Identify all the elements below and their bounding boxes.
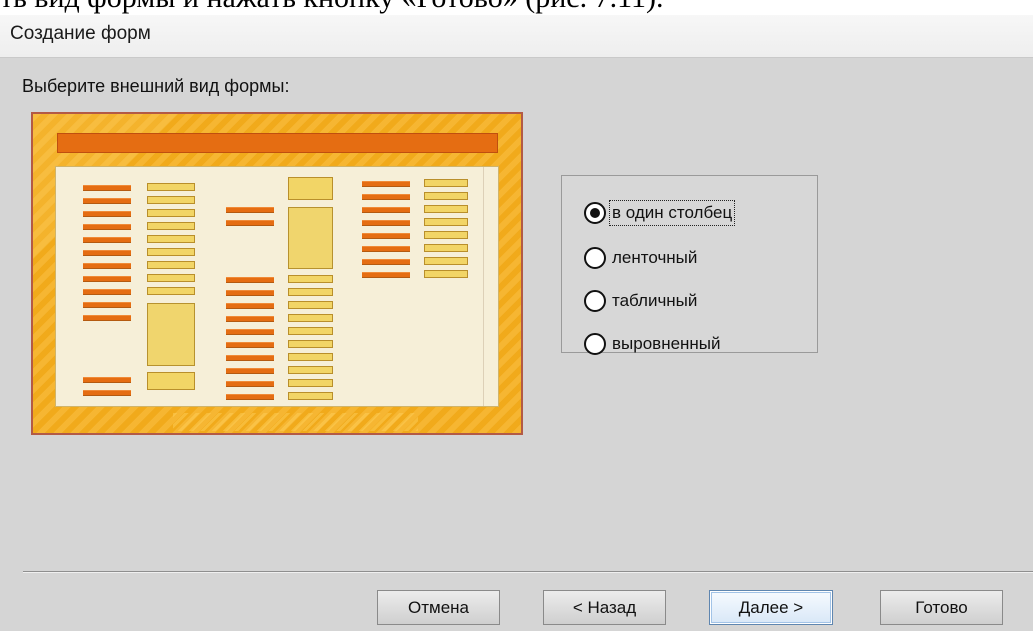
preview-label <box>362 246 410 252</box>
option-columnar-label: в один столбец <box>608 200 736 226</box>
preview-field <box>147 209 195 217</box>
dialog-title: Создание форм <box>10 23 151 44</box>
preview-label <box>83 302 131 308</box>
preview-field <box>147 287 195 295</box>
option-justified-label: выровненный <box>612 334 721 353</box>
preview-field <box>288 366 333 374</box>
layout-options-group: в один столбец ленточный табличный выров… <box>561 175 818 356</box>
preview-label <box>83 263 131 269</box>
preview-bottom-stripes <box>173 413 418 431</box>
finish-button[interactable]: Готово <box>880 590 1003 625</box>
preview-field <box>288 314 333 322</box>
preview-label <box>83 315 131 321</box>
cancel-button[interactable]: Отмена <box>377 590 500 625</box>
preview-field <box>147 222 195 230</box>
preview-field <box>424 205 468 213</box>
button-separator <box>23 571 1033 573</box>
preview-field <box>288 327 333 335</box>
preview-field <box>288 288 333 296</box>
preview-field <box>147 235 195 243</box>
preview-field <box>147 372 195 390</box>
preview-field <box>288 301 333 309</box>
radio-icon <box>584 333 606 355</box>
next-button[interactable]: Далее > <box>709 590 833 625</box>
preview-label <box>83 211 131 217</box>
preview-field <box>424 179 468 187</box>
option-tabular-strip[interactable]: ленточный <box>584 246 697 270</box>
preview-label <box>83 377 131 383</box>
document-top-text: ть вид формы и нажать кнопку «Готово» (р… <box>0 0 663 15</box>
preview-field <box>288 177 333 200</box>
layout-prompt: Выберите внешний вид формы: <box>22 76 290 96</box>
preview-field <box>424 192 468 200</box>
preview-label <box>362 233 410 239</box>
preview-label <box>362 220 410 226</box>
preview-field <box>288 379 333 387</box>
preview-label <box>83 198 131 204</box>
form-layout-preview-icon <box>31 112 523 435</box>
preview-large-field <box>288 207 333 269</box>
preview-label <box>226 355 274 361</box>
preview-label <box>83 250 131 256</box>
preview-label <box>226 277 274 283</box>
preview-label <box>83 276 131 282</box>
preview-label <box>226 316 274 322</box>
option-columnar[interactable]: в один столбец <box>584 200 736 226</box>
preview-inner-area <box>55 166 499 407</box>
preview-field <box>424 244 468 252</box>
preview-field <box>288 353 333 361</box>
preview-label <box>83 185 131 191</box>
preview-field <box>147 183 195 191</box>
dialog-content: Выберите внешний вид формы: в один столб… <box>0 58 1033 631</box>
preview-field <box>147 248 195 256</box>
preview-label <box>83 237 131 243</box>
preview-field <box>424 231 468 239</box>
option-datasheet-label: табличный <box>612 291 698 310</box>
preview-field <box>147 261 195 269</box>
preview-header-bar <box>57 133 498 153</box>
preview-large-field <box>147 303 195 366</box>
preview-label <box>226 290 274 296</box>
preview-label <box>362 272 410 278</box>
radio-selected-icon <box>584 202 606 224</box>
preview-label <box>226 381 274 387</box>
preview-label <box>83 224 131 230</box>
preview-field <box>147 196 195 204</box>
option-tabular-strip-label: ленточный <box>612 248 698 267</box>
preview-label <box>83 390 131 396</box>
preview-label <box>362 181 410 187</box>
preview-label <box>226 342 274 348</box>
preview-label <box>226 207 274 213</box>
option-justified[interactable]: выровненный <box>584 332 721 356</box>
preview-field <box>424 270 468 278</box>
preview-label <box>362 194 410 200</box>
preview-field <box>288 275 333 283</box>
preview-label <box>83 289 131 295</box>
preview-field <box>288 392 333 400</box>
back-button[interactable]: < Назад <box>543 590 666 625</box>
preview-label <box>226 394 274 400</box>
radio-icon <box>584 290 606 312</box>
preview-field <box>424 257 468 265</box>
preview-field <box>147 274 195 282</box>
preview-field <box>288 340 333 348</box>
preview-field <box>424 218 468 226</box>
preview-label <box>226 220 274 226</box>
option-datasheet[interactable]: табличный <box>584 289 697 313</box>
preview-label <box>226 329 274 335</box>
form-wizard-dialog: Создание форм Выберите внешний вид формы… <box>0 15 1033 631</box>
title-bar: Создание форм <box>0 15 1033 58</box>
preview-label <box>362 207 410 213</box>
preview-label <box>226 303 274 309</box>
radio-icon <box>584 247 606 269</box>
preview-label <box>226 368 274 374</box>
document-top-strip: ть вид формы и нажать кнопку «Готово» (р… <box>0 0 1033 15</box>
preview-label <box>362 259 410 265</box>
